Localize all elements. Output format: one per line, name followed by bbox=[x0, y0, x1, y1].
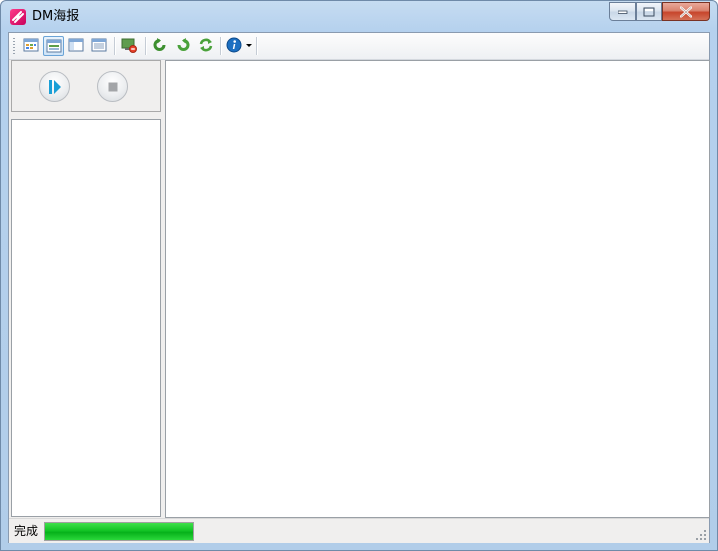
info-button[interactable] bbox=[224, 36, 245, 56]
toolbar-grip[interactable] bbox=[13, 38, 15, 54]
main-content-view[interactable] bbox=[165, 60, 710, 518]
maximize-icon bbox=[643, 7, 655, 16]
task-list-panel[interactable] bbox=[11, 119, 161, 517]
resize-grip-icon[interactable] bbox=[696, 530, 707, 541]
minimize-icon bbox=[617, 10, 627, 14]
status-bar: 完成 bbox=[9, 518, 709, 543]
progress-bar-fill bbox=[45, 523, 193, 540]
client-area: 完成 bbox=[8, 32, 710, 543]
stop-task-button[interactable] bbox=[119, 36, 140, 56]
tile-view-icon bbox=[46, 39, 62, 53]
forward-button[interactable] bbox=[173, 36, 194, 56]
title-bar[interactable]: DM海报 bbox=[1, 1, 717, 31]
play-icon bbox=[48, 79, 61, 94]
minimize-button[interactable] bbox=[609, 2, 636, 21]
toolbar-separator bbox=[256, 37, 257, 55]
toolbar-separator bbox=[220, 37, 221, 55]
close-icon bbox=[680, 6, 692, 17]
caption-buttons bbox=[609, 2, 710, 22]
view-thumbnails-button[interactable] bbox=[21, 36, 42, 56]
info-icon bbox=[226, 37, 242, 53]
sync-icon bbox=[199, 38, 213, 52]
preview-view-icon bbox=[68, 38, 84, 52]
window-title: DM海报 bbox=[32, 9, 80, 24]
grid-view-icon bbox=[23, 38, 39, 52]
play-button[interactable] bbox=[39, 71, 70, 102]
view-tiles-button[interactable] bbox=[43, 36, 64, 56]
maximize-button[interactable] bbox=[636, 2, 662, 21]
toolbar-separator bbox=[114, 37, 115, 55]
view-preview-button[interactable] bbox=[66, 36, 87, 56]
view-list-button[interactable] bbox=[89, 36, 110, 56]
control-panel bbox=[11, 60, 161, 112]
stop-icon bbox=[108, 82, 117, 91]
progress-bar bbox=[44, 522, 194, 541]
sync-button[interactable] bbox=[196, 36, 217, 56]
back-button[interactable] bbox=[150, 36, 171, 56]
app-window: DM海报 完成 bbox=[0, 0, 718, 551]
refresh-forward-icon bbox=[177, 38, 190, 51]
close-button[interactable] bbox=[662, 2, 710, 21]
monitor-stop-icon bbox=[121, 38, 137, 53]
info-dropdown-chevron-down-icon[interactable] bbox=[246, 44, 252, 47]
app-logo-icon bbox=[10, 9, 26, 25]
refresh-back-icon bbox=[153, 38, 166, 51]
stop-button[interactable] bbox=[97, 71, 128, 102]
toolbar-separator bbox=[145, 37, 146, 55]
status-text: 完成 bbox=[14, 524, 39, 538]
list-view-icon bbox=[91, 38, 107, 52]
toolbar bbox=[9, 33, 709, 60]
